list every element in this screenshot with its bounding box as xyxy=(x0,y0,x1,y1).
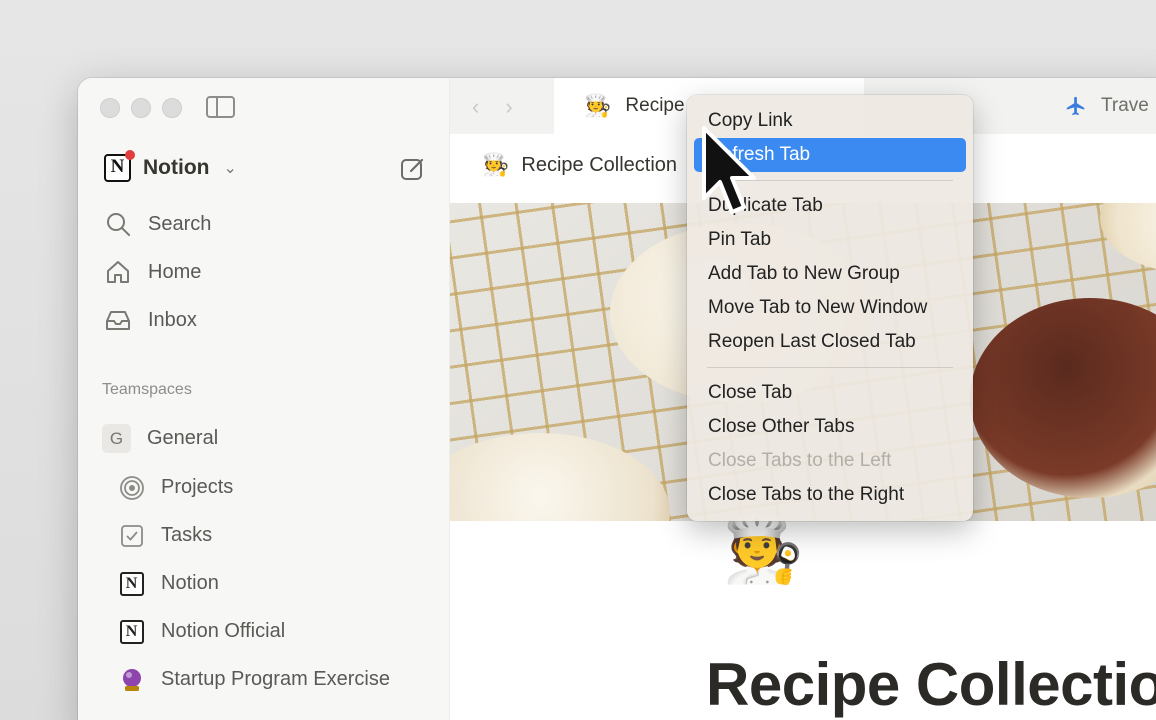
teamspace-name: General xyxy=(147,427,219,449)
inbox-icon xyxy=(106,311,130,330)
zoom-window-button[interactable] xyxy=(162,98,182,118)
minimize-window-button[interactable] xyxy=(131,98,151,118)
cookie-shape xyxy=(970,298,1156,498)
menu-item-close-tabs-left: Close Tabs to the Left xyxy=(708,450,892,471)
sidebar-item-label: Tasks xyxy=(161,524,213,546)
app-window: N Notion ⌄ Search Home Inbox Teamspaces … xyxy=(78,78,1156,720)
menu-item-reopen-closed-tab[interactable]: Reopen Last Closed Tab xyxy=(694,325,966,359)
close-window-button[interactable] xyxy=(100,98,120,118)
menu-item-close-tab[interactable]: Close Tab xyxy=(694,376,966,410)
history-nav: ‹ › xyxy=(472,94,513,120)
cookie-shape xyxy=(450,433,670,521)
tab-travel[interactable]: Trave xyxy=(1065,78,1149,134)
logo-letter: N xyxy=(110,156,125,177)
chevron-down-icon: ⌄ xyxy=(223,160,237,177)
sidebar-item-notion-official[interactable]: N Notion Official xyxy=(118,618,285,645)
breadcrumb[interactable]: 🧑‍🍳 Recipe Collection xyxy=(482,152,677,178)
sidebar-item-label: Notion Official xyxy=(161,620,286,642)
back-arrow-icon[interactable]: ‹ xyxy=(472,94,479,120)
sidebar-item-notion[interactable]: N Notion xyxy=(118,570,219,597)
notification-dot xyxy=(125,150,135,160)
forward-arrow-icon[interactable]: › xyxy=(505,94,512,120)
sidebar-item-label: Inbox xyxy=(148,308,197,331)
menu-item-close-other-tabs[interactable]: Close Other Tabs xyxy=(694,410,966,444)
page-emoji-icon[interactable]: 🧑‍🍳 xyxy=(722,510,804,588)
sidebar-item-home[interactable]: Home xyxy=(104,258,201,286)
sidebar-item-search[interactable]: Search xyxy=(104,210,211,238)
sidebar-item-projects[interactable]: Projects xyxy=(118,474,233,501)
notion-logo-icon: N xyxy=(104,150,135,182)
breadcrumb-label: Recipe Collection xyxy=(521,153,678,176)
airplane-icon xyxy=(1066,96,1085,116)
sidebar-item-label: Projects xyxy=(161,476,234,498)
chef-emoji-icon: 🧑‍🍳 xyxy=(584,93,612,118)
notion-logo-icon: N xyxy=(118,618,145,645)
menu-item-close-tabs-right[interactable]: Close Tabs to the Right xyxy=(694,478,966,512)
sidebar-item-label: Startup Program Exercise xyxy=(161,668,390,690)
new-page-icon[interactable] xyxy=(400,156,426,182)
home-icon xyxy=(107,261,129,283)
page-title[interactable]: Recipe Collectio xyxy=(706,650,1156,719)
teamspaces-heading: Teamspaces xyxy=(102,381,192,398)
sidebar-item-label: Home xyxy=(148,260,202,283)
menu-item-move-tab-new-window[interactable]: Move Tab to New Window xyxy=(694,291,966,325)
menu-divider xyxy=(707,367,953,368)
teamspace-general[interactable]: G General xyxy=(102,424,218,453)
sidebar-item-label: Notion xyxy=(161,572,219,594)
tab-label: Recipe xyxy=(625,95,685,116)
teamspace-icon: G xyxy=(102,424,131,453)
cookie-shape xyxy=(1100,203,1156,273)
notion-logo-icon: N xyxy=(118,570,145,597)
tab-label: Trave xyxy=(1101,95,1149,116)
search-icon xyxy=(107,213,130,236)
checkbox-icon xyxy=(118,522,145,549)
sidebar-item-label: Search xyxy=(148,212,212,235)
chef-emoji-icon: 🧑‍🍳 xyxy=(482,152,510,177)
crystal-ball-icon xyxy=(118,666,145,693)
window-controls xyxy=(100,98,182,118)
sidebar: N Notion ⌄ Search Home Inbox Teamspaces … xyxy=(78,78,450,720)
target-icon xyxy=(118,474,145,501)
menu-item-pin-tab[interactable]: Pin Tab xyxy=(694,223,966,257)
sidebar-item-tasks[interactable]: Tasks xyxy=(118,522,212,549)
workspace-name: Notion xyxy=(143,156,210,179)
menu-item-add-tab-to-group[interactable]: Add Tab to New Group xyxy=(694,257,966,291)
sidebar-item-startup-program[interactable]: Startup Program Exercise xyxy=(118,666,390,693)
sidebar-item-inbox[interactable]: Inbox xyxy=(104,306,197,334)
workspace-switcher[interactable]: N Notion ⌄ xyxy=(104,150,237,182)
mouse-cursor-icon xyxy=(702,126,756,214)
sidebar-toggle-icon[interactable] xyxy=(206,96,235,118)
